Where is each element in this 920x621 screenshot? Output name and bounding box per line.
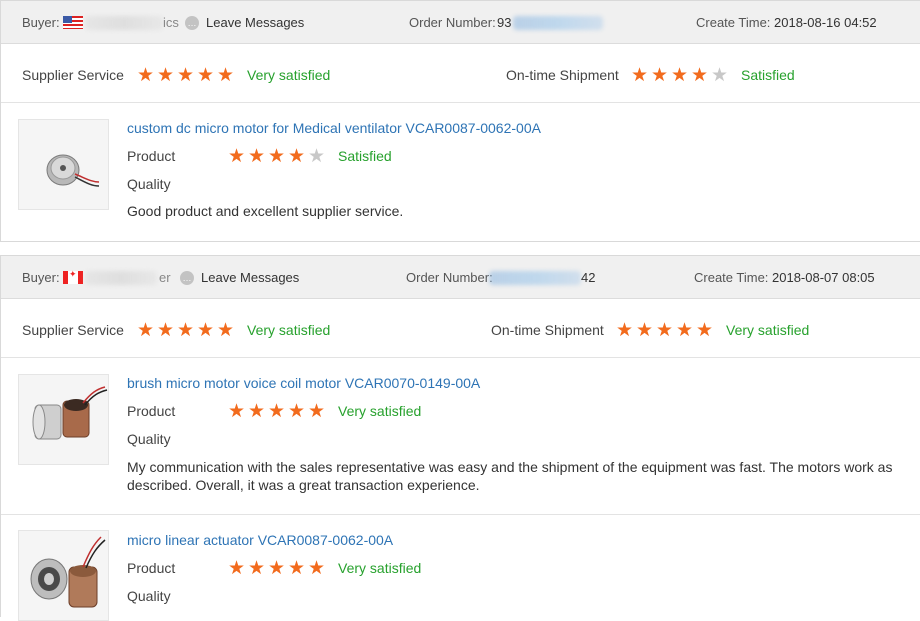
quality-label: Quality [127,588,171,604]
ontime-shipment-rating-text: Satisfied [741,67,795,83]
buyer-name: ics [163,15,179,30]
star-filled-icon: ★ [156,320,175,341]
quality-label: Quality [127,176,171,192]
ontime-shipment-stars: ★ ★ ★ ★ ★ [630,66,729,85]
review-comment: Good product and excellent supplier serv… [127,203,404,219]
item-divider [1,514,920,515]
order-number-redacted [513,16,603,30]
star-filled-icon: ★ [630,65,649,86]
product-title-link[interactable]: custom dc micro motor for Medical ventil… [127,120,541,136]
star-filled-icon: ★ [690,65,709,86]
order-card: Buyer: er … Leave Messages Order Number:… [0,255,920,621]
product-rating-label: Product [127,403,176,419]
order-rating-row: Supplier Service ★ ★ ★ ★ ★ Very satisfied On… [1,45,920,103]
product-rating-text: Satisfied [338,148,392,164]
order-card: Buyer: ics … Leave Messages Order Number… [0,0,920,242]
star-filled-icon: ★ [136,320,155,341]
star-filled-icon: ★ [216,65,235,86]
product-title-link[interactable]: brush micro motor voice coil motor VCAR0… [127,375,480,391]
canada-flag-icon [63,269,83,284]
chat-icon[interactable]: … [180,271,194,285]
leave-messages-link[interactable]: Leave Messages [206,15,304,30]
star-filled-icon: ★ [227,146,246,167]
ontime-shipment-stars: ★ ★ ★ ★ ★ [615,321,714,340]
star-filled-icon: ★ [655,320,674,341]
star-filled-icon: ★ [227,401,246,422]
star-filled-icon: ★ [695,320,714,341]
order-header: Buyer: ics … Leave Messages Order Number… [1,1,920,44]
star-filled-icon: ★ [287,401,306,422]
supplier-service-rating-text: Very satisfied [247,67,331,83]
star-filled-icon: ★ [156,65,175,86]
buyer-label: Buyer: [22,270,60,285]
star-filled-icon: ★ [670,65,689,86]
star-filled-icon: ★ [176,65,195,86]
star-filled-icon: ★ [287,146,306,167]
create-time: 2018-08-07 08:05 [772,270,875,285]
leave-messages-link[interactable]: Leave Messages [201,270,299,285]
product-rating-text: Very satisfied [338,560,422,576]
product-thumbnail[interactable] [18,119,109,210]
supplier-service-stars: ★ ★ ★ ★ ★ [136,321,235,340]
star-empty-icon: ★ [307,146,326,167]
product-rating-label: Product [127,148,176,164]
star-filled-icon: ★ [635,320,654,341]
product-thumbnail[interactable] [18,530,109,621]
create-time-label: Create Time: [696,15,771,30]
product-rating-stars: ★ ★ ★ ★ ★ [227,147,326,166]
star-filled-icon: ★ [196,320,215,341]
ontime-shipment-rating-text: Very satisfied [726,322,810,338]
buyer-label: Buyer: [22,15,60,30]
star-filled-icon: ★ [247,401,266,422]
product-rating-stars: ★ ★ ★ ★ ★ [227,402,326,421]
order-number-link[interactable]: 93 [497,15,511,30]
quality-label: Quality [127,431,171,447]
create-time-label: Create Time: [694,270,769,285]
star-filled-icon: ★ [307,401,326,422]
star-empty-icon: ★ [710,65,729,86]
buyer-name-redacted [85,271,157,285]
product-rating-stars: ★ ★ ★ ★ ★ [227,559,326,578]
order-number-link[interactable]: 42 [581,270,595,285]
create-time: 2018-08-16 04:52 [774,15,877,30]
star-filled-icon: ★ [267,401,286,422]
voice-coil-motor-image [32,386,108,440]
ontime-shipment-label: On-time Shipment [506,67,619,83]
micro-motor-image [46,154,100,187]
product-rating-text: Very satisfied [338,403,422,419]
star-filled-icon: ★ [307,558,326,579]
star-filled-icon: ★ [136,65,155,86]
review-comment: My communication with the sales represen… [127,459,893,493]
star-filled-icon: ★ [267,558,286,579]
star-filled-icon: ★ [675,320,694,341]
order-number-redacted [489,271,581,285]
buyer-name: er [159,270,171,285]
supplier-service-stars: ★ ★ ★ ★ ★ [136,66,235,85]
order-number-label: Order Number: [406,270,493,285]
order-header: Buyer: er … Leave Messages Order Number:… [1,256,920,299]
star-filled-icon: ★ [176,320,195,341]
star-filled-icon: ★ [227,558,246,579]
supplier-service-label: Supplier Service [22,322,124,338]
star-filled-icon: ★ [287,558,306,579]
chat-icon[interactable]: … [185,16,199,30]
star-filled-icon: ★ [615,320,634,341]
star-filled-icon: ★ [196,65,215,86]
supplier-service-label: Supplier Service [22,67,124,83]
star-filled-icon: ★ [247,558,266,579]
star-filled-icon: ★ [216,320,235,341]
linear-actuator-image [30,536,106,608]
product-title-link[interactable]: micro linear actuator VCAR0087-0062-00A [127,532,393,548]
star-filled-icon: ★ [267,146,286,167]
buyer-name-redacted [85,16,163,30]
star-filled-icon: ★ [650,65,669,86]
product-rating-label: Product [127,560,176,576]
product-thumbnail[interactable] [18,374,109,465]
ontime-shipment-label: On-time Shipment [491,322,604,338]
order-rating-row: Supplier Service ★ ★ ★ ★ ★ Very satisfied On… [1,300,920,358]
star-filled-icon: ★ [247,146,266,167]
order-number-label: Order Number: [409,15,496,30]
supplier-service-rating-text: Very satisfied [247,322,331,338]
us-flag-icon [63,16,83,29]
